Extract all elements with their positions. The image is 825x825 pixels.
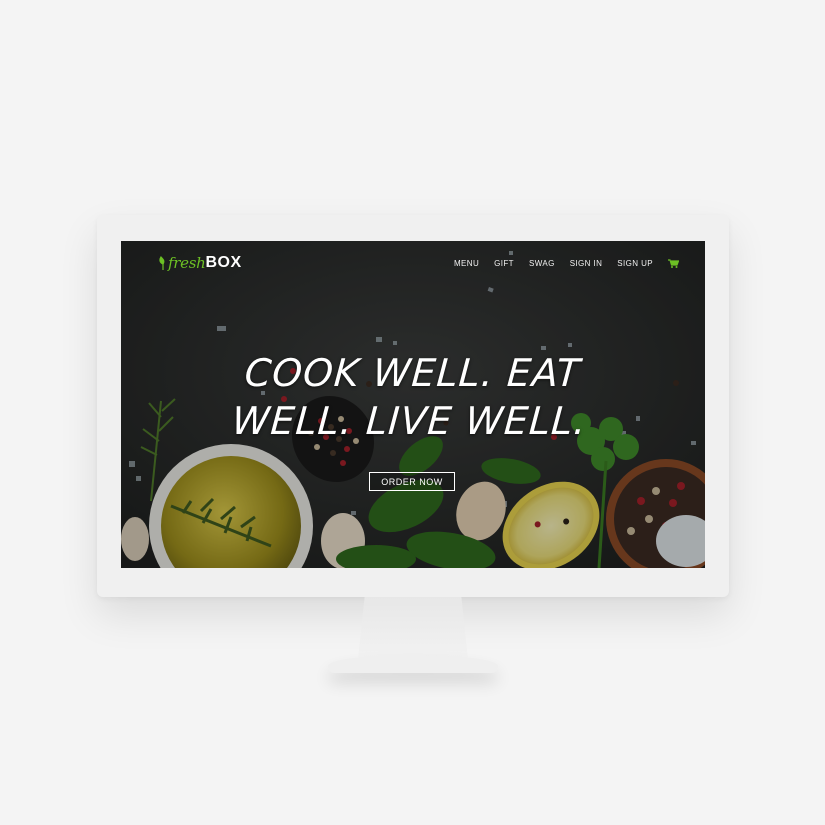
nav-gift[interactable]: GIFT [494,259,514,268]
main-navigation: MENU GIFT SWAG SIGN IN SIGN UP [454,259,679,268]
shopping-cart-icon[interactable] [668,259,679,268]
nav-menu[interactable]: MENU [454,259,479,268]
nav-swag[interactable]: SWAG [529,259,555,268]
freshbox-logo[interactable]: fresh BOX [159,253,242,273]
logo-text-box: BOX [205,254,242,271]
monitor-stand-base [328,655,498,673]
site-header: fresh BOX MENU GIFT SWAG SIGN IN SIGN UP [121,241,705,285]
leaf-icon [159,256,165,270]
hero-headline: COOK WELL. EAT WELL. LIVE WELL. [230,351,589,443]
logo-text-fresh: fresh [168,254,206,272]
website-screen: fresh BOX MENU GIFT SWAG SIGN IN SIGN UP… [121,241,705,568]
nav-sign-up[interactable]: SIGN UP [617,259,653,268]
monitor-stand-neck [358,597,468,659]
order-now-button[interactable]: ORDER NOW [369,472,455,491]
nav-sign-in[interactable]: SIGN IN [570,259,603,268]
monitor-frame: fresh BOX MENU GIFT SWAG SIGN IN SIGN UP… [97,215,729,597]
